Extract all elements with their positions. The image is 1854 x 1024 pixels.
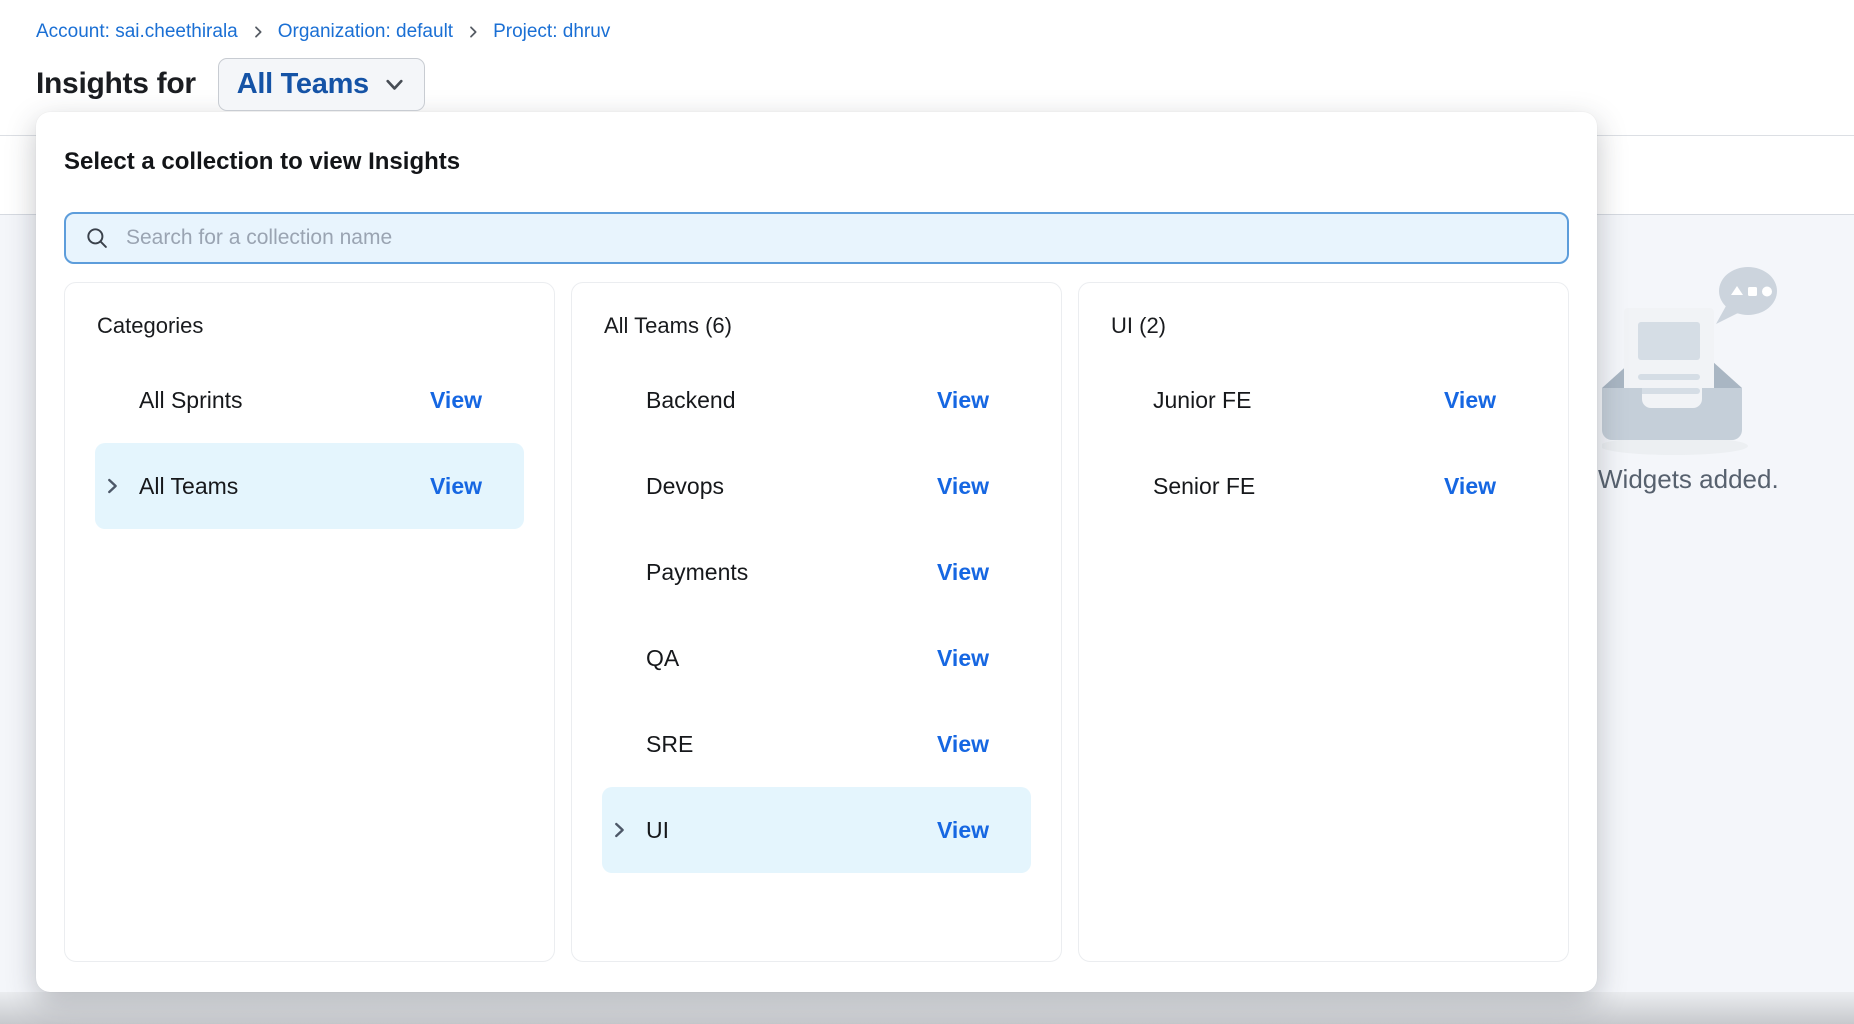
view-link[interactable]: View: [937, 731, 989, 758]
collection-selector-button[interactable]: All Teams: [218, 58, 425, 111]
list-item-backend[interactable]: Backend View: [602, 357, 1031, 443]
collection-name: Senior FE: [1153, 473, 1255, 500]
panel-ui: UI (2) Junior FE View Senior FE View: [1078, 282, 1569, 962]
view-link[interactable]: View: [1444, 387, 1496, 414]
list-item-payments[interactable]: Payments View: [602, 529, 1031, 615]
search-input[interactable]: [126, 226, 1549, 250]
collection-name: Junior FE: [1153, 387, 1251, 414]
speech-bubble-icon: [1716, 267, 1777, 324]
empty-state-text: Widgets added.: [1598, 464, 1854, 495]
collection-name: All Teams: [139, 473, 238, 500]
list-item-ui[interactable]: UI View: [602, 787, 1031, 873]
list-item-qa[interactable]: QA View: [602, 615, 1031, 701]
collection-search[interactable]: [64, 212, 1569, 264]
collection-name: QA: [646, 645, 679, 672]
view-link[interactable]: View: [937, 387, 989, 414]
chevron-right-icon: [465, 24, 481, 40]
panel-categories: Categories All Sprints View All Teams Vi…: [64, 282, 555, 962]
collection-name: Devops: [646, 473, 724, 500]
breadcrumb: Account: sai.cheethirala Organization: d…: [36, 21, 610, 43]
list-item-all-sprints[interactable]: All Sprints View: [95, 357, 524, 443]
view-link[interactable]: View: [430, 473, 482, 500]
page-bottom-edge: [0, 992, 1854, 1024]
list-item-sre[interactable]: SRE View: [602, 701, 1031, 787]
list-item-junior-fe[interactable]: Junior FE View: [1109, 357, 1538, 443]
panel-title: UI (2): [1079, 313, 1568, 339]
collection-name: Backend: [646, 387, 736, 414]
page-title: Insights for: [36, 67, 196, 101]
view-link[interactable]: View: [937, 559, 989, 586]
chevron-right-icon: [101, 475, 123, 497]
chevron-right-icon: [608, 819, 630, 841]
modal-title: Select a collection to view Insights: [64, 148, 1569, 176]
view-link[interactable]: View: [937, 817, 989, 844]
chevron-down-icon: [381, 71, 408, 98]
collection-name: UI: [646, 817, 669, 844]
collection-selector-label: All Teams: [237, 68, 369, 101]
collection-picker-modal: Select a collection to view Insights Cat…: [36, 112, 1597, 992]
list-item-all-teams[interactable]: All Teams View: [95, 443, 524, 529]
collection-columns: Categories All Sprints View All Teams Vi…: [64, 282, 1569, 962]
collection-name: SRE: [646, 731, 693, 758]
list-item-devops[interactable]: Devops View: [602, 443, 1031, 529]
view-link[interactable]: View: [937, 473, 989, 500]
view-link[interactable]: View: [1444, 473, 1496, 500]
breadcrumb-account[interactable]: Account: sai.cheethirala: [36, 21, 238, 43]
collection-name: All Sprints: [139, 387, 243, 414]
widgets-empty-state: Widgets added.: [1598, 258, 1854, 495]
panel-title: All Teams (6): [572, 313, 1061, 339]
collection-name: Payments: [646, 559, 748, 586]
panel-title: Categories: [65, 313, 554, 339]
view-link[interactable]: View: [430, 387, 482, 414]
chevron-right-icon: [250, 24, 266, 40]
panel-all-teams: All Teams (6) Backend View Devops View P…: [571, 282, 1062, 962]
list-item-senior-fe[interactable]: Senior FE View: [1109, 443, 1538, 529]
breadcrumb-project[interactable]: Project: dhruv: [493, 21, 610, 43]
inbox-illustration: [1602, 258, 1798, 456]
search-icon: [84, 225, 126, 251]
breadcrumb-organization[interactable]: Organization: default: [278, 21, 453, 43]
view-link[interactable]: View: [937, 645, 989, 672]
